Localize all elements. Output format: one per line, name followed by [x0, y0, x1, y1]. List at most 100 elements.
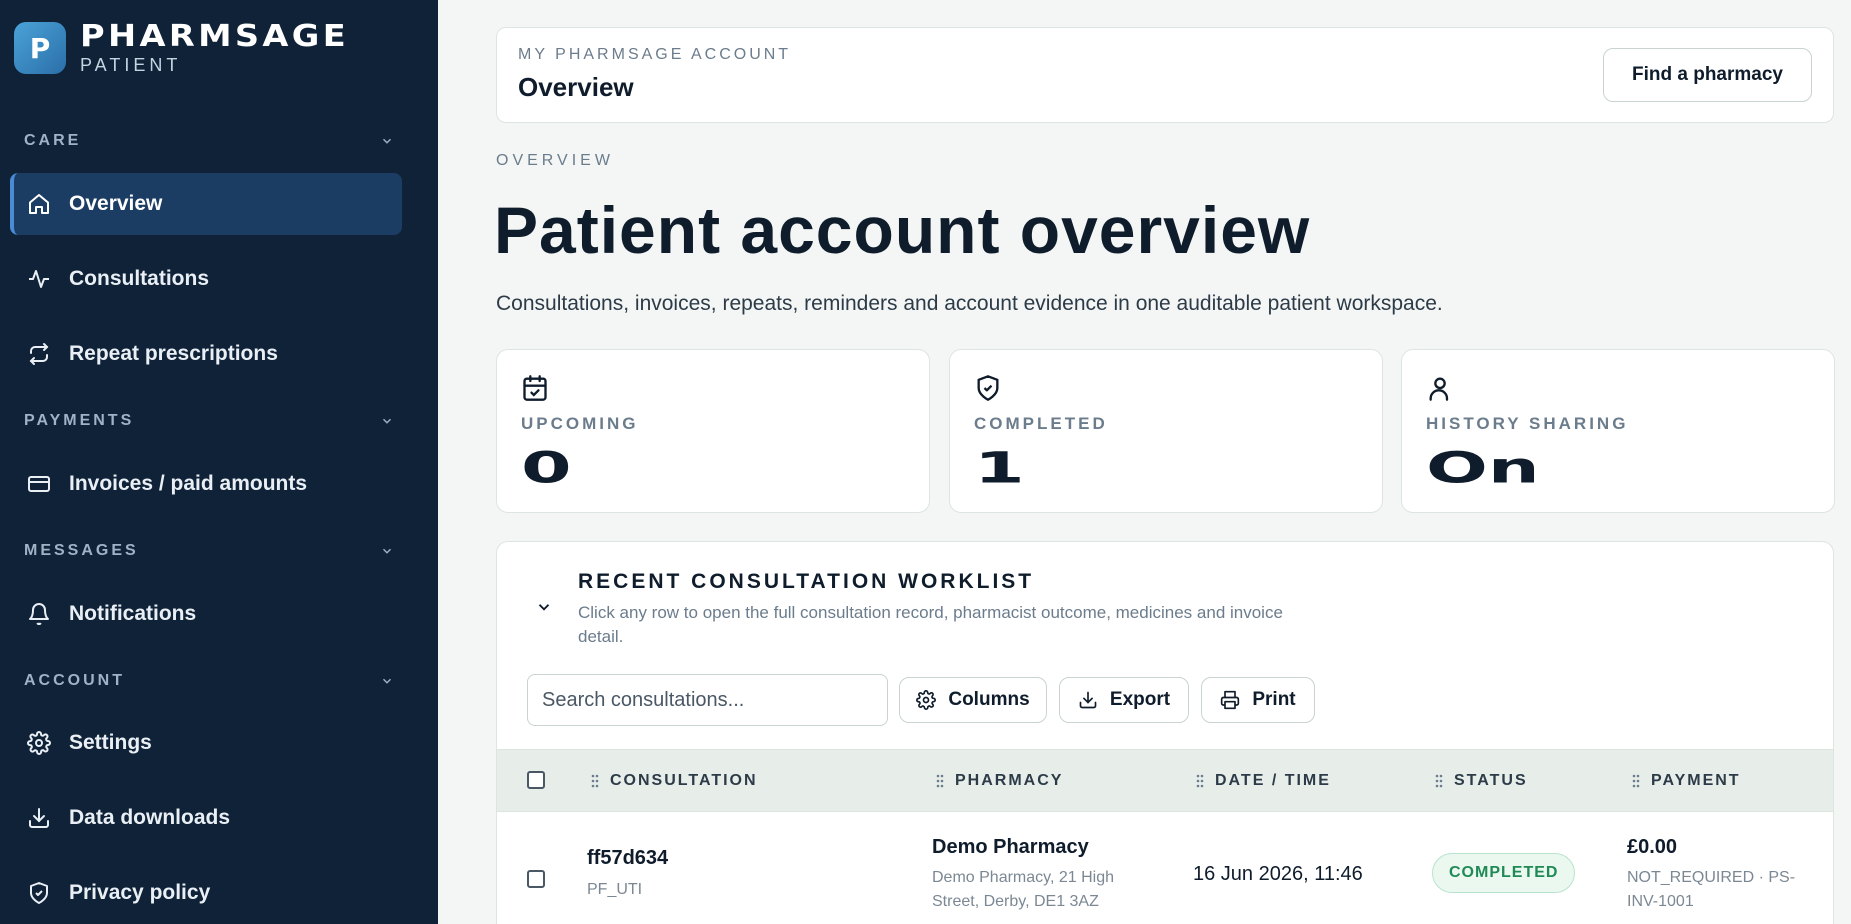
sidebar-item-label: Privacy policy	[69, 881, 211, 904]
sidebar-item-label: Overview	[69, 192, 163, 215]
header-title: Overview	[518, 72, 634, 102]
sidebar-item-label: Repeat prescriptions	[69, 342, 278, 365]
repeat-icon	[26, 341, 52, 367]
calendar-check-icon	[523, 375, 547, 401]
column-header-date-time[interactable]: DATE / TIME	[1196, 772, 1331, 790]
header-card: MY PHARMSAGE ACCOUNT Overview Find a pha…	[496, 27, 1834, 123]
stat-label: COMPLETED	[974, 414, 1108, 433]
header-eyebrow: MY PHARMSAGE ACCOUNT	[518, 46, 792, 63]
sidebar-item-label: Consultations	[69, 267, 209, 290]
column-header-payment[interactable]: PAYMENT	[1632, 772, 1741, 790]
section-label: MESSAGES	[24, 542, 139, 559]
activity-icon	[26, 266, 52, 292]
sidebar-item-overview[interactable]: Overview	[10, 173, 402, 235]
find-pharmacy-button[interactable]: Find a pharmacy	[1603, 48, 1812, 102]
section-label: PAYMENTS	[24, 412, 135, 429]
shield-check-icon	[977, 375, 999, 401]
brand-logo-icon: P	[14, 22, 66, 74]
page-description: Consultations, invoices, repeats, remind…	[496, 292, 1443, 315]
print-button[interactable]: Print	[1201, 677, 1315, 723]
consultation-type: PF_UTI	[587, 881, 643, 898]
drag-handle-icon[interactable]	[1196, 774, 1204, 788]
worklist-title: RECENT CONSULTATION WORKLIST	[578, 570, 1035, 593]
column-label: PHARMACY	[955, 772, 1064, 789]
column-header-pharmacy[interactable]: PHARMACY	[936, 772, 1063, 790]
columns-button-label: Columns	[948, 689, 1030, 710]
download-icon	[26, 805, 52, 831]
column-header-status[interactable]: STATUS	[1435, 772, 1528, 790]
brand[interactable]: P PHARMSAGE PATIENT	[14, 20, 346, 76]
section-payments[interactable]: PAYMENTS	[24, 412, 394, 430]
drag-handle-icon[interactable]	[1632, 774, 1640, 788]
consultation-datetime: 16 Jun 2026, 11:46	[1193, 863, 1363, 885]
stat-value: On	[1426, 444, 1540, 494]
shield-icon	[26, 880, 52, 906]
stat-card-upcoming: UPCOMING 0	[496, 349, 930, 513]
print-button-label: Print	[1252, 689, 1296, 710]
user-icon	[1429, 377, 1449, 401]
chevron-down-icon[interactable]	[535, 598, 553, 616]
bell-icon	[26, 601, 52, 627]
drag-handle-icon[interactable]	[1435, 774, 1443, 788]
stat-card-completed: COMPLETED 1	[949, 349, 1383, 513]
home-icon	[26, 191, 52, 217]
status-badge: COMPLETED	[1432, 853, 1576, 893]
column-label: DATE / TIME	[1215, 772, 1331, 789]
drag-handle-icon[interactable]	[936, 774, 944, 788]
columns-button[interactable]: Columns	[899, 677, 1047, 723]
column-label: CONSULTATION	[610, 772, 758, 789]
gear-icon	[26, 730, 52, 756]
sidebar-item-settings[interactable]: Settings	[10, 712, 402, 774]
stat-value: 1	[974, 444, 1025, 494]
sidebar: P PHARMSAGE PATIENT CARE Overview Consul…	[0, 0, 438, 924]
sidebar-item-notifications[interactable]: Notifications	[10, 583, 402, 645]
section-care[interactable]: CARE	[24, 132, 394, 150]
table-header: CONSULTATION PHARMACY DATE / TIME STATUS…	[497, 749, 1833, 812]
payment-detail-line1: NOT_REQUIRED · PS-	[1627, 869, 1796, 886]
brand-name: PHARMSAGE	[80, 18, 350, 54]
consultation-worklist: RECENT CONSULTATION WORKLIST Click any r…	[496, 541, 1834, 924]
sidebar-item-repeat-prescriptions[interactable]: Repeat prescriptions	[10, 323, 402, 385]
sidebar-item-label: Notifications	[69, 602, 197, 625]
stat-value: 0	[521, 444, 572, 494]
printer-icon	[1221, 690, 1240, 710]
stat-card-history-sharing: HISTORY SHARING On	[1401, 349, 1835, 513]
sidebar-item-consultations[interactable]: Consultations	[10, 248, 402, 310]
payment-amount: £0.00	[1627, 836, 1678, 858]
sidebar-item-label: Invoices / paid amounts	[69, 472, 308, 495]
pharmacy-name: Demo Pharmacy	[932, 836, 1089, 858]
column-label: STATUS	[1454, 772, 1528, 789]
section-label: CARE	[24, 132, 82, 149]
chevron-down-icon	[382, 548, 392, 554]
download-icon	[1079, 691, 1097, 709]
table-row[interactable]: ff57d634 PF_UTI Demo Pharmacy Demo Pharm…	[497, 812, 1833, 924]
export-button-label: Export	[1109, 689, 1171, 710]
sidebar-item-label: Settings	[69, 731, 152, 754]
select-all-checkbox[interactable]	[527, 771, 545, 789]
search-input[interactable]	[527, 674, 888, 726]
sidebar-item-invoices[interactable]: Invoices / paid amounts	[10, 453, 402, 515]
sidebar-item-label: Data downloads	[69, 806, 231, 829]
credit-card-icon	[26, 471, 52, 497]
sidebar-item-privacy-policy[interactable]: Privacy policy	[10, 862, 402, 924]
chevron-down-icon	[382, 418, 392, 424]
page-eyebrow: OVERVIEW	[496, 152, 614, 169]
row-checkbox[interactable]	[527, 870, 545, 888]
stat-label: HISTORY SHARING	[1426, 414, 1629, 433]
section-messages[interactable]: MESSAGES	[24, 542, 394, 560]
section-account[interactable]: ACCOUNT	[24, 672, 394, 690]
drag-handle-icon[interactable]	[591, 774, 599, 788]
section-label: ACCOUNT	[24, 672, 125, 689]
brand-text: PHARMSAGE PATIENT	[80, 20, 346, 76]
column-header-consultation[interactable]: CONSULTATION	[591, 772, 758, 790]
payment-detail-line2: INV-1001	[1627, 893, 1694, 910]
sidebar-item-data-downloads[interactable]: Data downloads	[10, 787, 402, 849]
brand-subtitle: PATIENT	[80, 54, 182, 75]
pharmacy-address-line2: Street, Derby, DE1 3AZ	[932, 893, 1099, 910]
chevron-down-icon	[382, 138, 392, 144]
worklist-description: Click any row to open the full consultat…	[578, 603, 1283, 646]
export-button[interactable]: Export	[1059, 677, 1189, 723]
column-label: PAYMENT	[1651, 772, 1741, 789]
stat-label: UPCOMING	[521, 414, 639, 433]
page-title: Patient account overview	[494, 193, 1311, 267]
